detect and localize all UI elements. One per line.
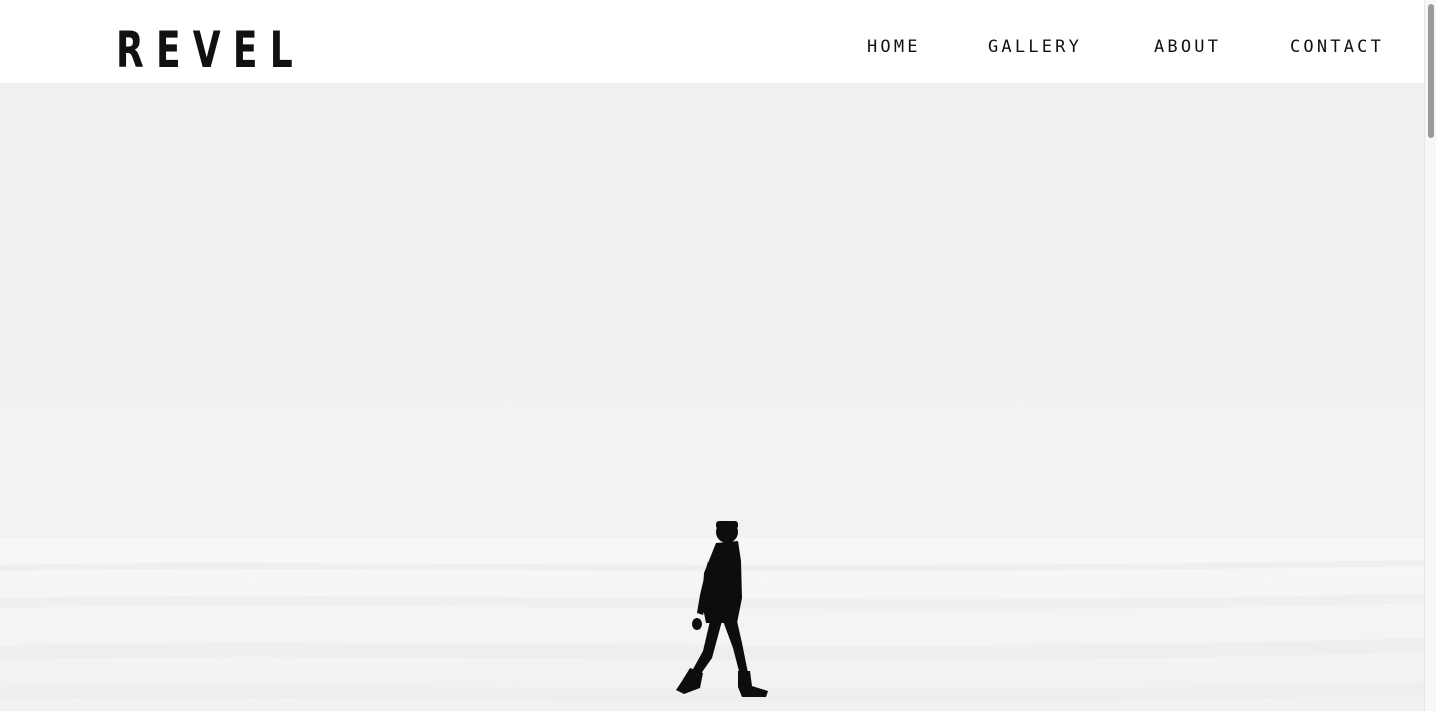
- nav-gallery-link[interactable]: GALLERY: [988, 36, 1082, 58]
- nav-about-link[interactable]: ABOUT: [1154, 36, 1221, 58]
- main-nav: HOME GALLERY ABOUT CONTACT: [0, 36, 1424, 58]
- nav-contact-link[interactable]: CONTACT: [1290, 36, 1384, 58]
- scrollbar[interactable]: [1424, 0, 1436, 711]
- nav-home-link[interactable]: HOME: [867, 36, 921, 58]
- hero-photo: [0, 83, 1424, 711]
- sky: [0, 83, 1424, 538]
- page: REVEL HOME GALLERY ABOUT CONTACT: [0, 0, 1436, 711]
- site-header: REVEL HOME GALLERY ABOUT CONTACT: [0, 0, 1424, 83]
- scrollbar-thumb[interactable]: [1428, 4, 1434, 138]
- hero-image: [0, 83, 1424, 711]
